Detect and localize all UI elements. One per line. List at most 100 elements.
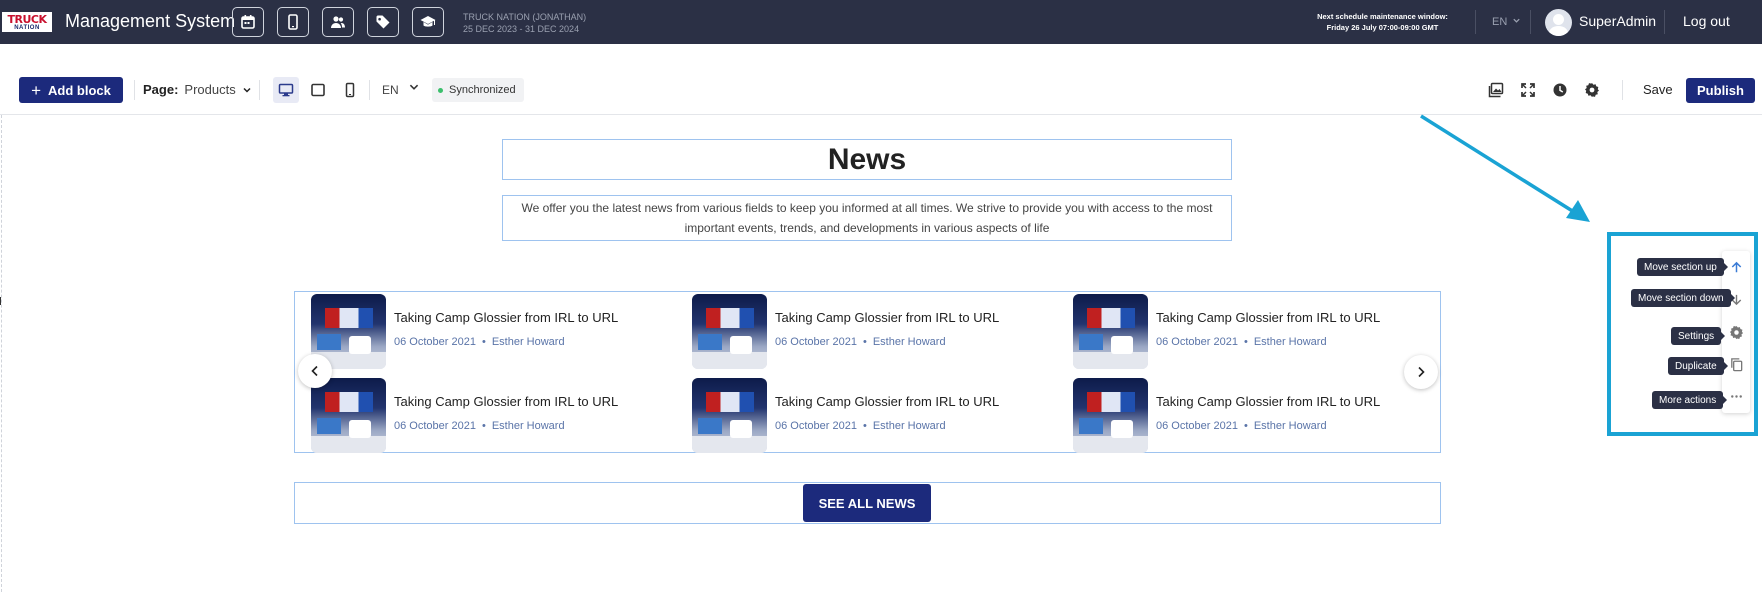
chevron-down-icon xyxy=(1513,18,1520,23)
news-author: Esther Howard xyxy=(491,420,565,432)
add-block-button[interactable]: + Add block xyxy=(19,77,123,103)
tenant-name: TRUCK NATION (JONATHAN) xyxy=(463,12,587,22)
page-settings-button[interactable] xyxy=(1582,80,1602,100)
editor-language-value[interactable]: EN xyxy=(382,83,399,97)
meta-bullet: • xyxy=(1243,420,1248,432)
desktop-view-button[interactable] xyxy=(273,77,299,103)
top-navigation-bar: TRUCK NATION Management System TRUCK NAT… xyxy=(0,0,1762,44)
more-actions-button[interactable] xyxy=(1726,386,1746,406)
tooltip-move-down: Move section down xyxy=(1631,289,1735,307)
news-date: 06 October 2021 xyxy=(394,420,476,432)
logout-link[interactable]: Log out xyxy=(1683,13,1730,29)
news-card-title: Taking Camp Glossier from IRL to URL xyxy=(394,310,619,325)
fullscreen-button[interactable] xyxy=(1518,80,1538,100)
avatar-body xyxy=(1549,26,1568,36)
graduation-cap-icon xyxy=(420,16,436,27)
mobile-view-button[interactable] xyxy=(337,77,363,103)
media-library-button[interactable] xyxy=(1486,80,1506,100)
tags-button[interactable] xyxy=(367,7,399,37)
publish-button[interactable]: Publish xyxy=(1686,78,1755,103)
news-date: 06 October 2021 xyxy=(775,336,857,348)
editor-toolbar: + Add block Page: Products EN Synchroniz… xyxy=(0,44,1762,115)
news-date: 06 October 2021 xyxy=(775,420,857,432)
section-description: We offer you the latest news from variou… xyxy=(521,201,1213,235)
divider xyxy=(1622,80,1623,100)
carousel-prev-button[interactable] xyxy=(298,354,332,388)
username[interactable]: SuperAdmin xyxy=(1579,13,1656,29)
news-date: 06 October 2021 xyxy=(1156,420,1238,432)
chevron-down-icon[interactable] xyxy=(408,81,420,93)
news-card[interactable]: Taking Camp Glossier from IRL to URL 06 … xyxy=(311,378,671,453)
tablet-view-button[interactable] xyxy=(305,77,331,103)
section-settings-button[interactable] xyxy=(1726,322,1746,342)
users-icon xyxy=(331,16,345,28)
news-thumbnail xyxy=(311,378,386,453)
mobile-app-button[interactable] xyxy=(277,7,309,37)
page-label: Page: xyxy=(143,82,179,97)
carousel-next-button[interactable] xyxy=(1404,355,1438,389)
tenant-info: TRUCK NATION (JONATHAN) 25 DEC 2023 - 31… xyxy=(463,11,586,35)
duplicate-section-button[interactable] xyxy=(1726,354,1746,374)
page-selector[interactable]: Page: Products xyxy=(143,82,252,97)
news-date: 06 October 2021 xyxy=(1156,336,1238,348)
clock-icon xyxy=(1553,83,1567,97)
arrow-up-icon xyxy=(1731,261,1741,272)
divider xyxy=(259,80,260,100)
users-button[interactable] xyxy=(322,7,354,37)
truck-nation-logo[interactable]: TRUCK NATION xyxy=(2,12,52,32)
news-card-title: Taking Camp Glossier from IRL to URL xyxy=(775,310,1000,325)
news-description-block[interactable]: We offer you the latest news from variou… xyxy=(502,195,1232,241)
news-title-block[interactable]: News xyxy=(502,139,1232,180)
tooltip-move-up: Move section up xyxy=(1637,258,1728,276)
sync-status-badge: Synchronized xyxy=(432,78,524,102)
training-button[interactable] xyxy=(412,7,444,37)
news-thumbnail xyxy=(1073,294,1148,369)
add-block-label: Add block xyxy=(48,82,111,98)
gear-icon xyxy=(1585,83,1599,97)
expand-icon xyxy=(1521,83,1535,97)
move-section-up-button[interactable] xyxy=(1726,257,1746,277)
divider xyxy=(134,80,135,100)
save-button[interactable]: Save xyxy=(1643,82,1673,97)
meta-bullet: • xyxy=(1243,336,1248,348)
news-card[interactable]: Taking Camp Glossier from IRL to URL 06 … xyxy=(311,294,671,369)
chevron-down-icon xyxy=(243,87,251,93)
news-date: 06 October 2021 xyxy=(394,336,476,348)
news-card-title: Taking Camp Glossier from IRL to URL xyxy=(1156,310,1381,325)
news-card[interactable]: Taking Camp Glossier from IRL to URL 06 … xyxy=(692,378,1052,453)
meta-bullet: • xyxy=(481,420,486,432)
meta-bullet: • xyxy=(862,336,867,348)
news-carousel[interactable]: Taking Camp Glossier from IRL to URL 06 … xyxy=(294,291,1441,453)
news-card-meta: 06 October 2021 • Esther Howard xyxy=(1156,420,1327,432)
mobile-icon xyxy=(288,14,298,30)
news-card[interactable]: Taking Camp Glossier from IRL to URL 06 … xyxy=(1073,378,1433,453)
news-author: Esther Howard xyxy=(1253,420,1327,432)
news-thumbnail xyxy=(692,294,767,369)
module-nav xyxy=(232,7,444,37)
desktop-icon xyxy=(278,83,294,97)
tag-icon xyxy=(376,15,390,29)
divider xyxy=(1530,10,1531,34)
news-author: Esther Howard xyxy=(491,336,565,348)
chevron-right-icon xyxy=(1418,366,1425,378)
gear-icon xyxy=(1729,325,1743,339)
divider xyxy=(369,80,370,100)
calendar-button[interactable] xyxy=(232,7,264,37)
news-card[interactable]: Taking Camp Glossier from IRL to URL 06 … xyxy=(692,294,1052,369)
history-button[interactable] xyxy=(1550,80,1570,100)
app-title: Management System xyxy=(65,11,236,31)
news-thumbnail xyxy=(1073,378,1148,453)
avatar[interactable] xyxy=(1545,9,1572,36)
see-all-news-button[interactable]: SEE ALL NEWS xyxy=(803,484,931,522)
drag-handle[interactable] xyxy=(0,297,3,305)
tablet-icon xyxy=(311,83,325,97)
maintenance-time: Friday 26 July 07:00-09:00 GMT xyxy=(1326,23,1439,32)
news-card-title: Taking Camp Glossier from IRL to URL xyxy=(394,394,619,409)
news-card-meta: 06 October 2021 • Esther Howard xyxy=(775,336,946,348)
copy-icon xyxy=(1730,357,1742,371)
news-thumbnail xyxy=(692,378,767,453)
avatar-head xyxy=(1553,14,1564,25)
tooltip-settings: Settings xyxy=(1671,327,1726,345)
news-card[interactable]: Taking Camp Glossier from IRL to URL 06 … xyxy=(1073,294,1433,369)
language-selector[interactable]: EN xyxy=(1492,16,1521,28)
